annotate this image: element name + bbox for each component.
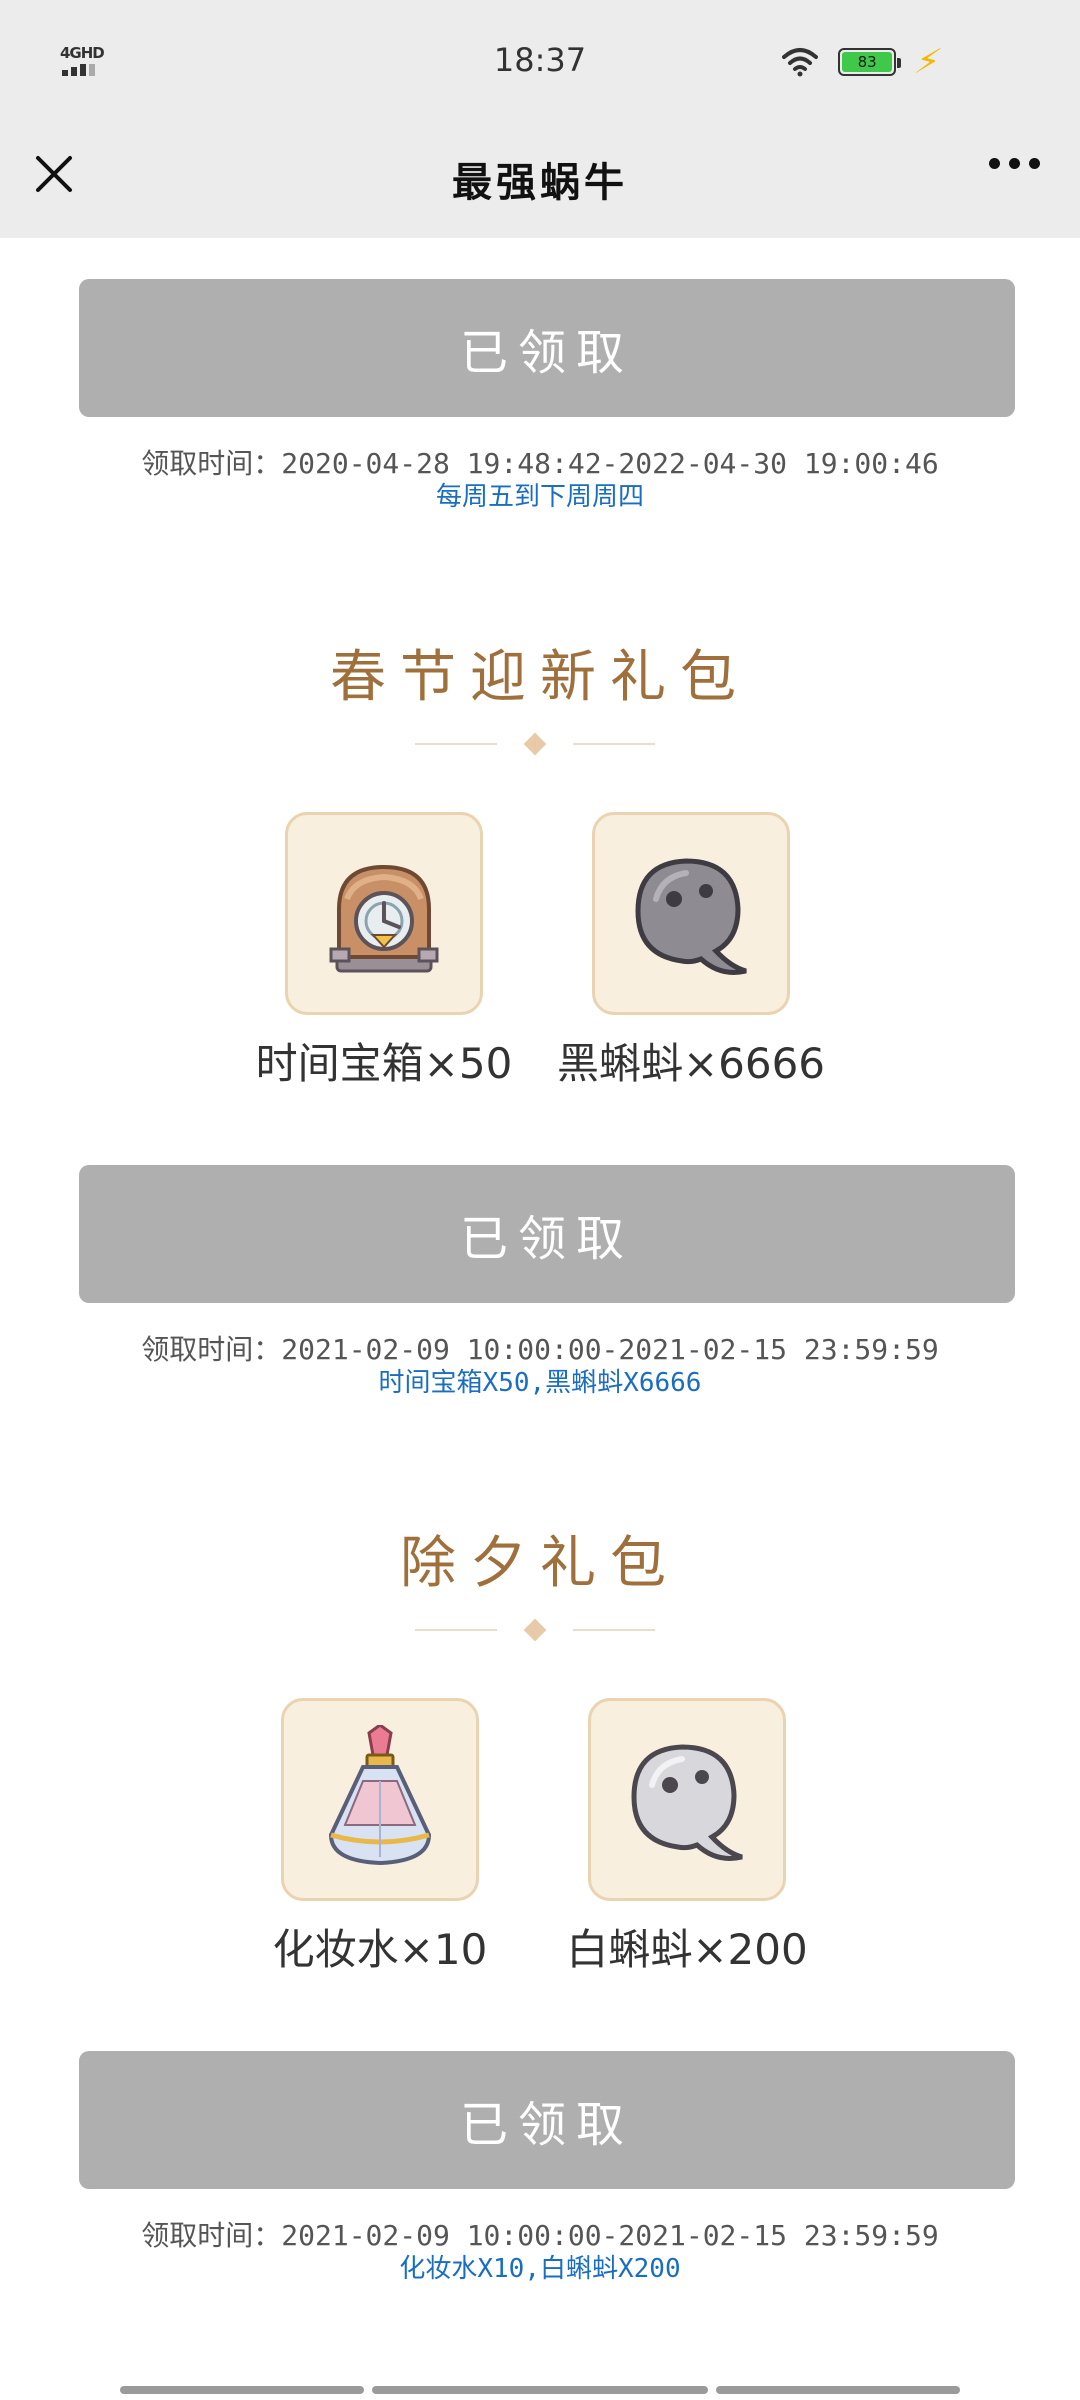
gift-description: 时间宝箱X50,黑蝌蚪X6666 [378, 1368, 702, 1398]
page-title: 最强蜗牛 [452, 159, 628, 206]
reward-label: 白蝌蚪×200 [566, 1925, 808, 1974]
time-chest-icon [329, 864, 439, 972]
status-icons: 83 ⚡ [782, 42, 945, 82]
reward-tile-black-tadpole [592, 812, 790, 1015]
bottom-tab-strip [716, 2386, 960, 2394]
gift-description: 化妆水X10,白蝌蚪X200 [399, 2254, 681, 2284]
status-bar: 4GHD 18:37 83 ⚡ [0, 0, 1080, 120]
section-divider [415, 732, 655, 756]
reward-tile-time-chest [285, 812, 483, 1015]
reward-tile-white-tadpole [588, 1698, 786, 1901]
clock: 18:37 [493, 41, 587, 79]
reward-tile-lotion [281, 1698, 479, 1901]
wifi-icon [782, 48, 819, 77]
bottom-tab-strip [120, 2386, 364, 2394]
signal-indicator: 4GHD [60, 44, 120, 80]
nav-bar: 最强蜗牛 [0, 120, 1080, 238]
white-tadpole-icon [631, 1743, 743, 1861]
section-title: 除夕礼包 [400, 1531, 680, 1596]
signal-bars-icon [62, 64, 95, 76]
black-tadpole-icon [635, 857, 747, 975]
more-options-icon[interactable] [989, 158, 1040, 169]
reward-label: 化妆水×10 [272, 1925, 488, 1974]
claimed-button[interactable]: 已领取 [79, 2051, 1015, 2189]
gift-description: 每周五到下周周四 [435, 482, 644, 512]
charging-bolt-icon: ⚡ [910, 42, 946, 82]
claimed-button[interactable]: 已领取 [79, 279, 1015, 417]
network-type: 4GHD [60, 44, 105, 62]
claimed-button[interactable]: 已领取 [79, 1165, 1015, 1303]
reward-label: 时间宝箱×50 [255, 1039, 513, 1088]
section-divider [415, 1618, 655, 1642]
lotion-bottle-icon [328, 1724, 432, 1865]
battery-icon: 83 [838, 48, 902, 76]
bottom-tab-strip [372, 2386, 708, 2394]
close-icon[interactable] [30, 150, 78, 198]
reward-label: 黑蝌蚪×6666 [556, 1039, 826, 1088]
battery-level: 83 [842, 52, 893, 72]
section-title: 春节迎新礼包 [330, 645, 750, 710]
